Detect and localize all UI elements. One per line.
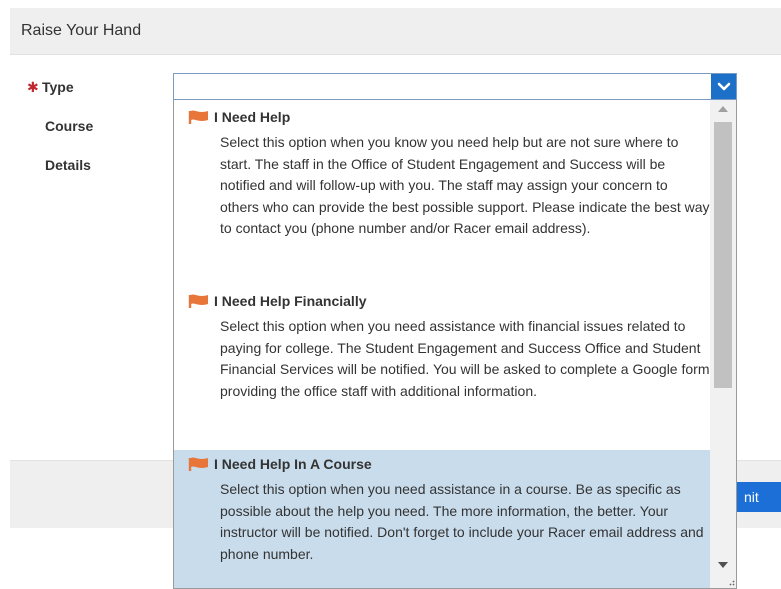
option-title: I Need Help In A Course	[214, 456, 372, 472]
option-title: I Need Help Financially	[214, 293, 367, 309]
option-i-need-help-financially[interactable]: I Need Help Financially Select this opti…	[174, 284, 710, 450]
flag-icon	[188, 457, 208, 471]
required-marker: ✱	[27, 79, 39, 95]
chevron-down-icon[interactable]	[711, 74, 736, 99]
option-description: Select this option when you know you nee…	[220, 134, 710, 236]
scroll-thumb[interactable]	[714, 122, 732, 388]
option-description: Select this option when you need assista…	[220, 318, 710, 399]
type-label: Type	[42, 79, 74, 95]
type-dropdown-list: I Need Help Select this option when you …	[173, 100, 737, 589]
course-label: Course	[45, 118, 94, 134]
dialog-title: Raise Your Hand	[21, 22, 142, 39]
option-description: Select this option when you need assista…	[220, 481, 704, 562]
dropdown-scrollbar[interactable]	[710, 100, 736, 588]
flag-icon	[188, 110, 208, 124]
details-label: Details	[45, 157, 91, 173]
dialog-title-bar: Raise Your Hand	[10, 8, 781, 55]
scroll-down-icon[interactable]	[718, 562, 728, 568]
option-i-need-help[interactable]: I Need Help Select this option when you …	[174, 100, 710, 282]
resize-grip-icon[interactable]	[729, 580, 735, 586]
flag-icon	[188, 294, 208, 308]
scroll-up-icon[interactable]	[718, 106, 728, 112]
option-i-need-help-in-a-course[interactable]: I Need Help In A Course Select this opti…	[174, 450, 710, 588]
type-select[interactable]	[173, 73, 737, 100]
option-title: I Need Help	[214, 109, 291, 125]
